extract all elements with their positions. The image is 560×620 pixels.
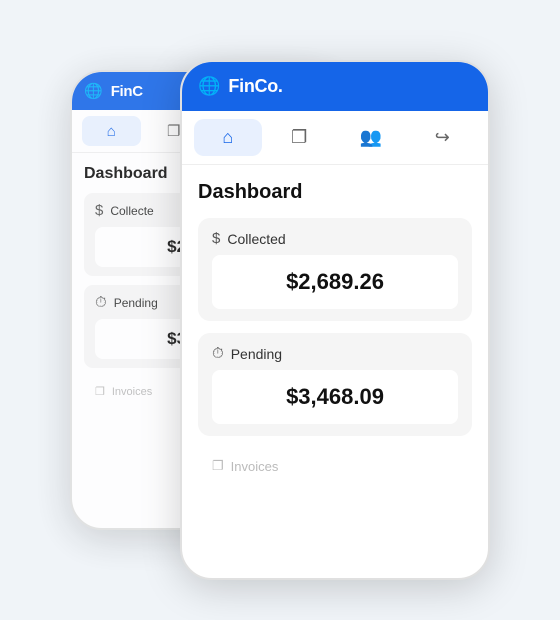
- collected-text-front: Collected: [227, 231, 285, 247]
- app-name-back: FinC: [111, 83, 143, 100]
- nav-home-back[interactable]: ⌂: [82, 116, 141, 146]
- docs-icon-back: ❐: [167, 122, 180, 140]
- collected-value-box-front: $2,689.26: [212, 255, 458, 309]
- dollar-icon-back: $: [95, 202, 103, 219]
- phone-front: 🌐 FinCo. ⌂ ❐ 👥 ↪ Dashboard $ Collected: [180, 60, 490, 580]
- clock-icon-front: ⏱: [212, 345, 224, 362]
- header-front: 🌐 FinCo.: [182, 62, 488, 111]
- nav-team-front[interactable]: 👥: [337, 119, 405, 156]
- nav-docs-front[interactable]: ❐: [266, 119, 334, 156]
- invoices-label-back: Invoices: [112, 386, 152, 398]
- invoices-icon-front: ❐: [212, 458, 224, 474]
- home-icon-front: ⌂: [222, 127, 233, 148]
- globe-icon-back: 🌐: [84, 82, 103, 100]
- pending-card-front: ⏱ Pending $3,468.09: [198, 333, 472, 436]
- logout-icon-front: ↪: [435, 127, 450, 148]
- team-icon-front: 👥: [360, 127, 382, 148]
- invoices-label-front: Invoices: [231, 459, 279, 474]
- pending-value-box-front: $3,468.09: [212, 370, 458, 424]
- pending-text-front: Pending: [231, 346, 282, 362]
- nav-logout-front[interactable]: ↪: [409, 119, 477, 156]
- app-name-front: FinCo.: [228, 76, 282, 97]
- dollar-icon-front: $: [212, 230, 220, 247]
- pending-value-front: $3,468.09: [286, 384, 384, 409]
- globe-icon-front: 🌐: [198, 76, 220, 97]
- invoices-row-front: ❐ Invoices: [198, 448, 472, 484]
- nav-front: ⌂ ❐ 👥 ↪: [182, 111, 488, 165]
- nav-home-front[interactable]: ⌂: [194, 119, 262, 156]
- collected-value-front: $2,689.26: [286, 269, 384, 294]
- collected-card-front: $ Collected $2,689.26: [198, 218, 472, 321]
- docs-icon-front: ❐: [291, 127, 307, 148]
- home-icon-back: ⌂: [107, 123, 116, 140]
- page-title-front: Dashboard: [198, 181, 472, 204]
- invoices-icon-back: ❐: [95, 385, 105, 398]
- content-front: Dashboard $ Collected $2,689.26 ⏱ Pendin…: [182, 165, 488, 500]
- collected-label-front: $ Collected: [212, 230, 458, 247]
- clock-icon-back: ⏱: [95, 294, 107, 311]
- pending-label-front: ⏱ Pending: [212, 345, 458, 362]
